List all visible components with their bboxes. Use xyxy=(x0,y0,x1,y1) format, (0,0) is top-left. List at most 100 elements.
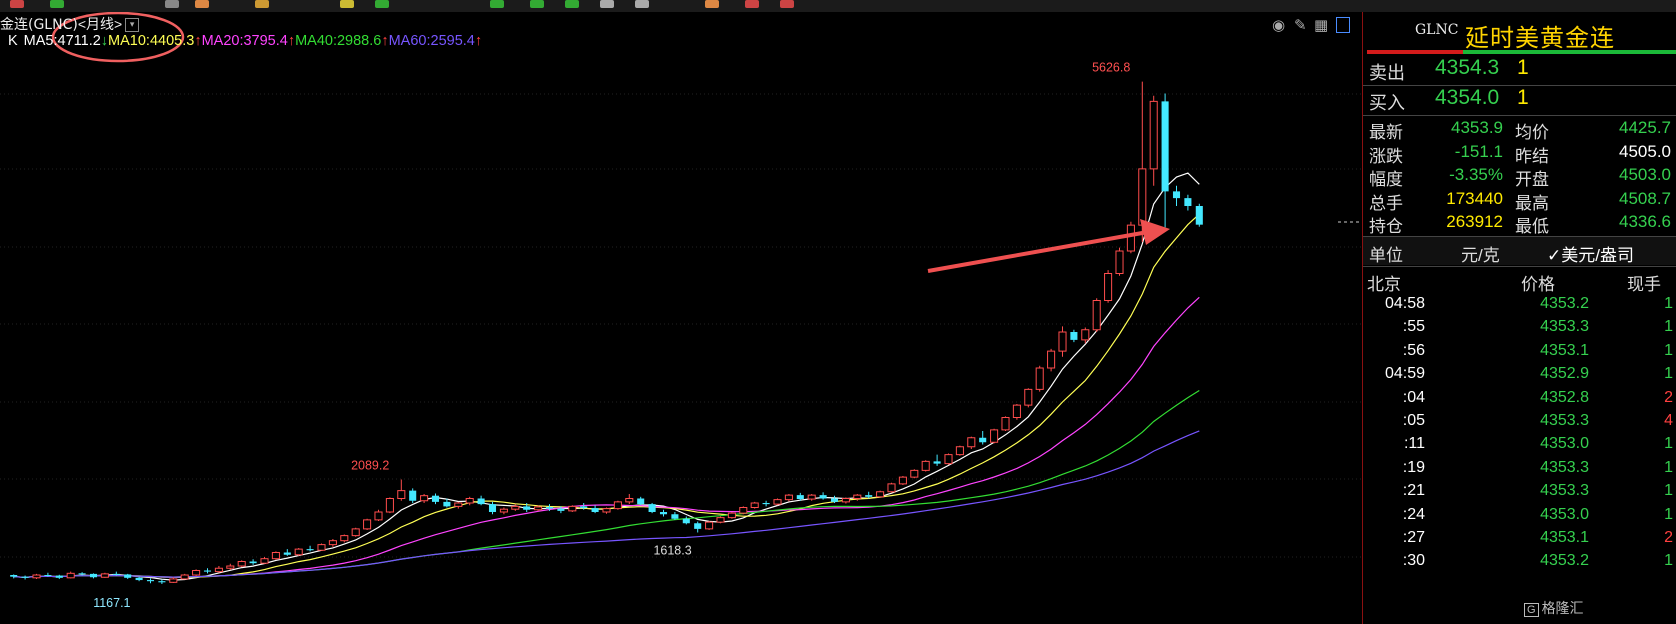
candle-63 xyxy=(727,512,736,519)
candle-body xyxy=(420,495,429,502)
candle-body xyxy=(66,572,75,579)
candle-body xyxy=(55,575,63,578)
toolbar-icon-green[interactable] xyxy=(50,0,64,8)
candle-body xyxy=(1184,198,1192,206)
ma-line-ma20 xyxy=(13,296,1200,578)
panel-toggle-icon[interactable] xyxy=(1336,17,1350,33)
candle-97 xyxy=(1115,247,1124,276)
toolbar-icon-green-2[interactable] xyxy=(375,0,389,8)
period-label[interactable]: <月线> xyxy=(78,16,122,32)
candle-77 xyxy=(887,482,896,493)
k-label: K xyxy=(8,33,18,49)
candle-14 xyxy=(169,577,178,583)
candle-100 xyxy=(1149,95,1158,186)
candle-43 xyxy=(499,507,508,515)
candle-17 xyxy=(203,568,212,574)
candle-68 xyxy=(784,494,793,502)
candle-body xyxy=(1081,329,1090,341)
candle-body xyxy=(967,437,976,448)
buy-label: 买入 xyxy=(1369,93,1405,113)
candle-53 xyxy=(613,500,622,510)
toolbar-icon-yellow[interactable] xyxy=(340,0,354,8)
unit-option-usd-per-ounce[interactable]: ✓美元/盎司 xyxy=(1547,241,1634,266)
toolbar-icon-green-4[interactable] xyxy=(530,0,544,8)
candle-body xyxy=(1115,250,1124,274)
candle-body xyxy=(682,518,690,524)
unit-row: 单位 元/克 ✓美元/盎司 xyxy=(1363,237,1676,265)
candle-35 xyxy=(409,488,417,503)
candle-44 xyxy=(511,504,520,511)
candle-body xyxy=(169,578,178,583)
tick-row: :27 4353.1 2 xyxy=(1363,529,1676,554)
candle-body xyxy=(534,506,543,511)
candle-body xyxy=(1012,404,1021,418)
toolbar-icon-green-3[interactable] xyxy=(490,0,504,8)
tick-price: 4353.3 xyxy=(1540,458,1589,476)
bar-chart-icon[interactable] xyxy=(195,0,209,8)
candle-body xyxy=(819,495,827,499)
candle-24 xyxy=(283,549,291,556)
annotation-mid-high: 2089.2 xyxy=(351,458,389,472)
tick-qty: 1 xyxy=(1664,435,1673,453)
annotation-low: 1167.1 xyxy=(93,596,130,610)
candle-body xyxy=(887,483,896,493)
candle-61 xyxy=(705,521,714,530)
candle-15 xyxy=(180,573,189,580)
toolbar-icon-gray[interactable] xyxy=(600,0,614,8)
candle-body xyxy=(488,504,497,512)
toolbar-icon-green-5[interactable] xyxy=(565,0,579,8)
stat-value-left-0: 4353.9 xyxy=(1451,118,1503,137)
candle-62 xyxy=(716,516,725,524)
moving-average-lines xyxy=(13,172,1200,581)
eye-slash-icon[interactable]: ◉ xyxy=(1272,16,1285,34)
candle-73 xyxy=(841,497,850,504)
candle-body xyxy=(773,499,782,505)
toolbar-icon-orange[interactable] xyxy=(255,0,269,8)
ticks-header: 北京 价格 现手 xyxy=(1363,270,1676,294)
candle-41 xyxy=(477,495,485,506)
unit-option-yuan-per-gram[interactable]: 元/克 xyxy=(1461,241,1500,266)
kline-chart[interactable]: 5626.8 2089.2 1618.3 1167.1 xyxy=(0,12,1362,624)
instrument-label: 金连(GLNC) xyxy=(0,17,78,33)
grid-icon[interactable]: ▦ xyxy=(1314,16,1328,34)
tick-row: :04 4352.8 2 xyxy=(1363,389,1676,414)
candle-32 xyxy=(374,509,383,521)
pencil-icon[interactable]: ✎ xyxy=(1294,16,1307,34)
ticks-header-time: 北京 xyxy=(1367,275,1401,294)
candle-body xyxy=(625,498,634,503)
candle-8 xyxy=(100,572,109,578)
candle-body xyxy=(1126,224,1135,252)
toolbar-icon-red[interactable] xyxy=(745,0,759,8)
candle-56 xyxy=(648,503,656,514)
annotation-mid-low: 1618.3 xyxy=(653,543,691,557)
toolbar-icon-red-2[interactable] xyxy=(780,0,794,8)
candle-body xyxy=(841,498,850,503)
chevron-down-icon[interactable]: ▾ xyxy=(125,18,140,33)
candlesticks xyxy=(10,81,1203,584)
candle-body xyxy=(523,506,531,510)
candle-body xyxy=(545,506,554,509)
tick-qty: 1 xyxy=(1664,505,1673,523)
candle-body xyxy=(602,508,611,513)
candle-body xyxy=(898,476,907,485)
candle-body xyxy=(1024,388,1033,406)
tick-row: :21 4353.3 1 xyxy=(1363,482,1676,507)
candle-body xyxy=(158,581,166,583)
candle-body xyxy=(214,567,223,573)
tick-qty: 1 xyxy=(1664,295,1673,312)
tick-qty: 1 xyxy=(1664,365,1673,383)
candle-body xyxy=(180,574,189,580)
kline-chart-area[interactable]: 5626.8 2089.2 1618.3 1167.1 xyxy=(0,12,1362,624)
candle-87 xyxy=(1001,416,1010,431)
search-icon[interactable] xyxy=(10,0,24,8)
candle-28 xyxy=(328,539,337,547)
toolbar-icon-gray-2[interactable] xyxy=(635,0,649,8)
ma-legend-4: MA60:2595.4 xyxy=(388,33,475,49)
candle-33 xyxy=(385,497,394,514)
tick-row: 04:58 4353.2 1 xyxy=(1363,295,1676,320)
sell-price: 4354.3 xyxy=(1435,56,1500,79)
table-icon[interactable] xyxy=(165,0,179,8)
toolbar-icon-orange-2[interactable] xyxy=(705,0,719,8)
candle-body xyxy=(203,570,212,572)
title-underline-green xyxy=(1463,50,1676,54)
